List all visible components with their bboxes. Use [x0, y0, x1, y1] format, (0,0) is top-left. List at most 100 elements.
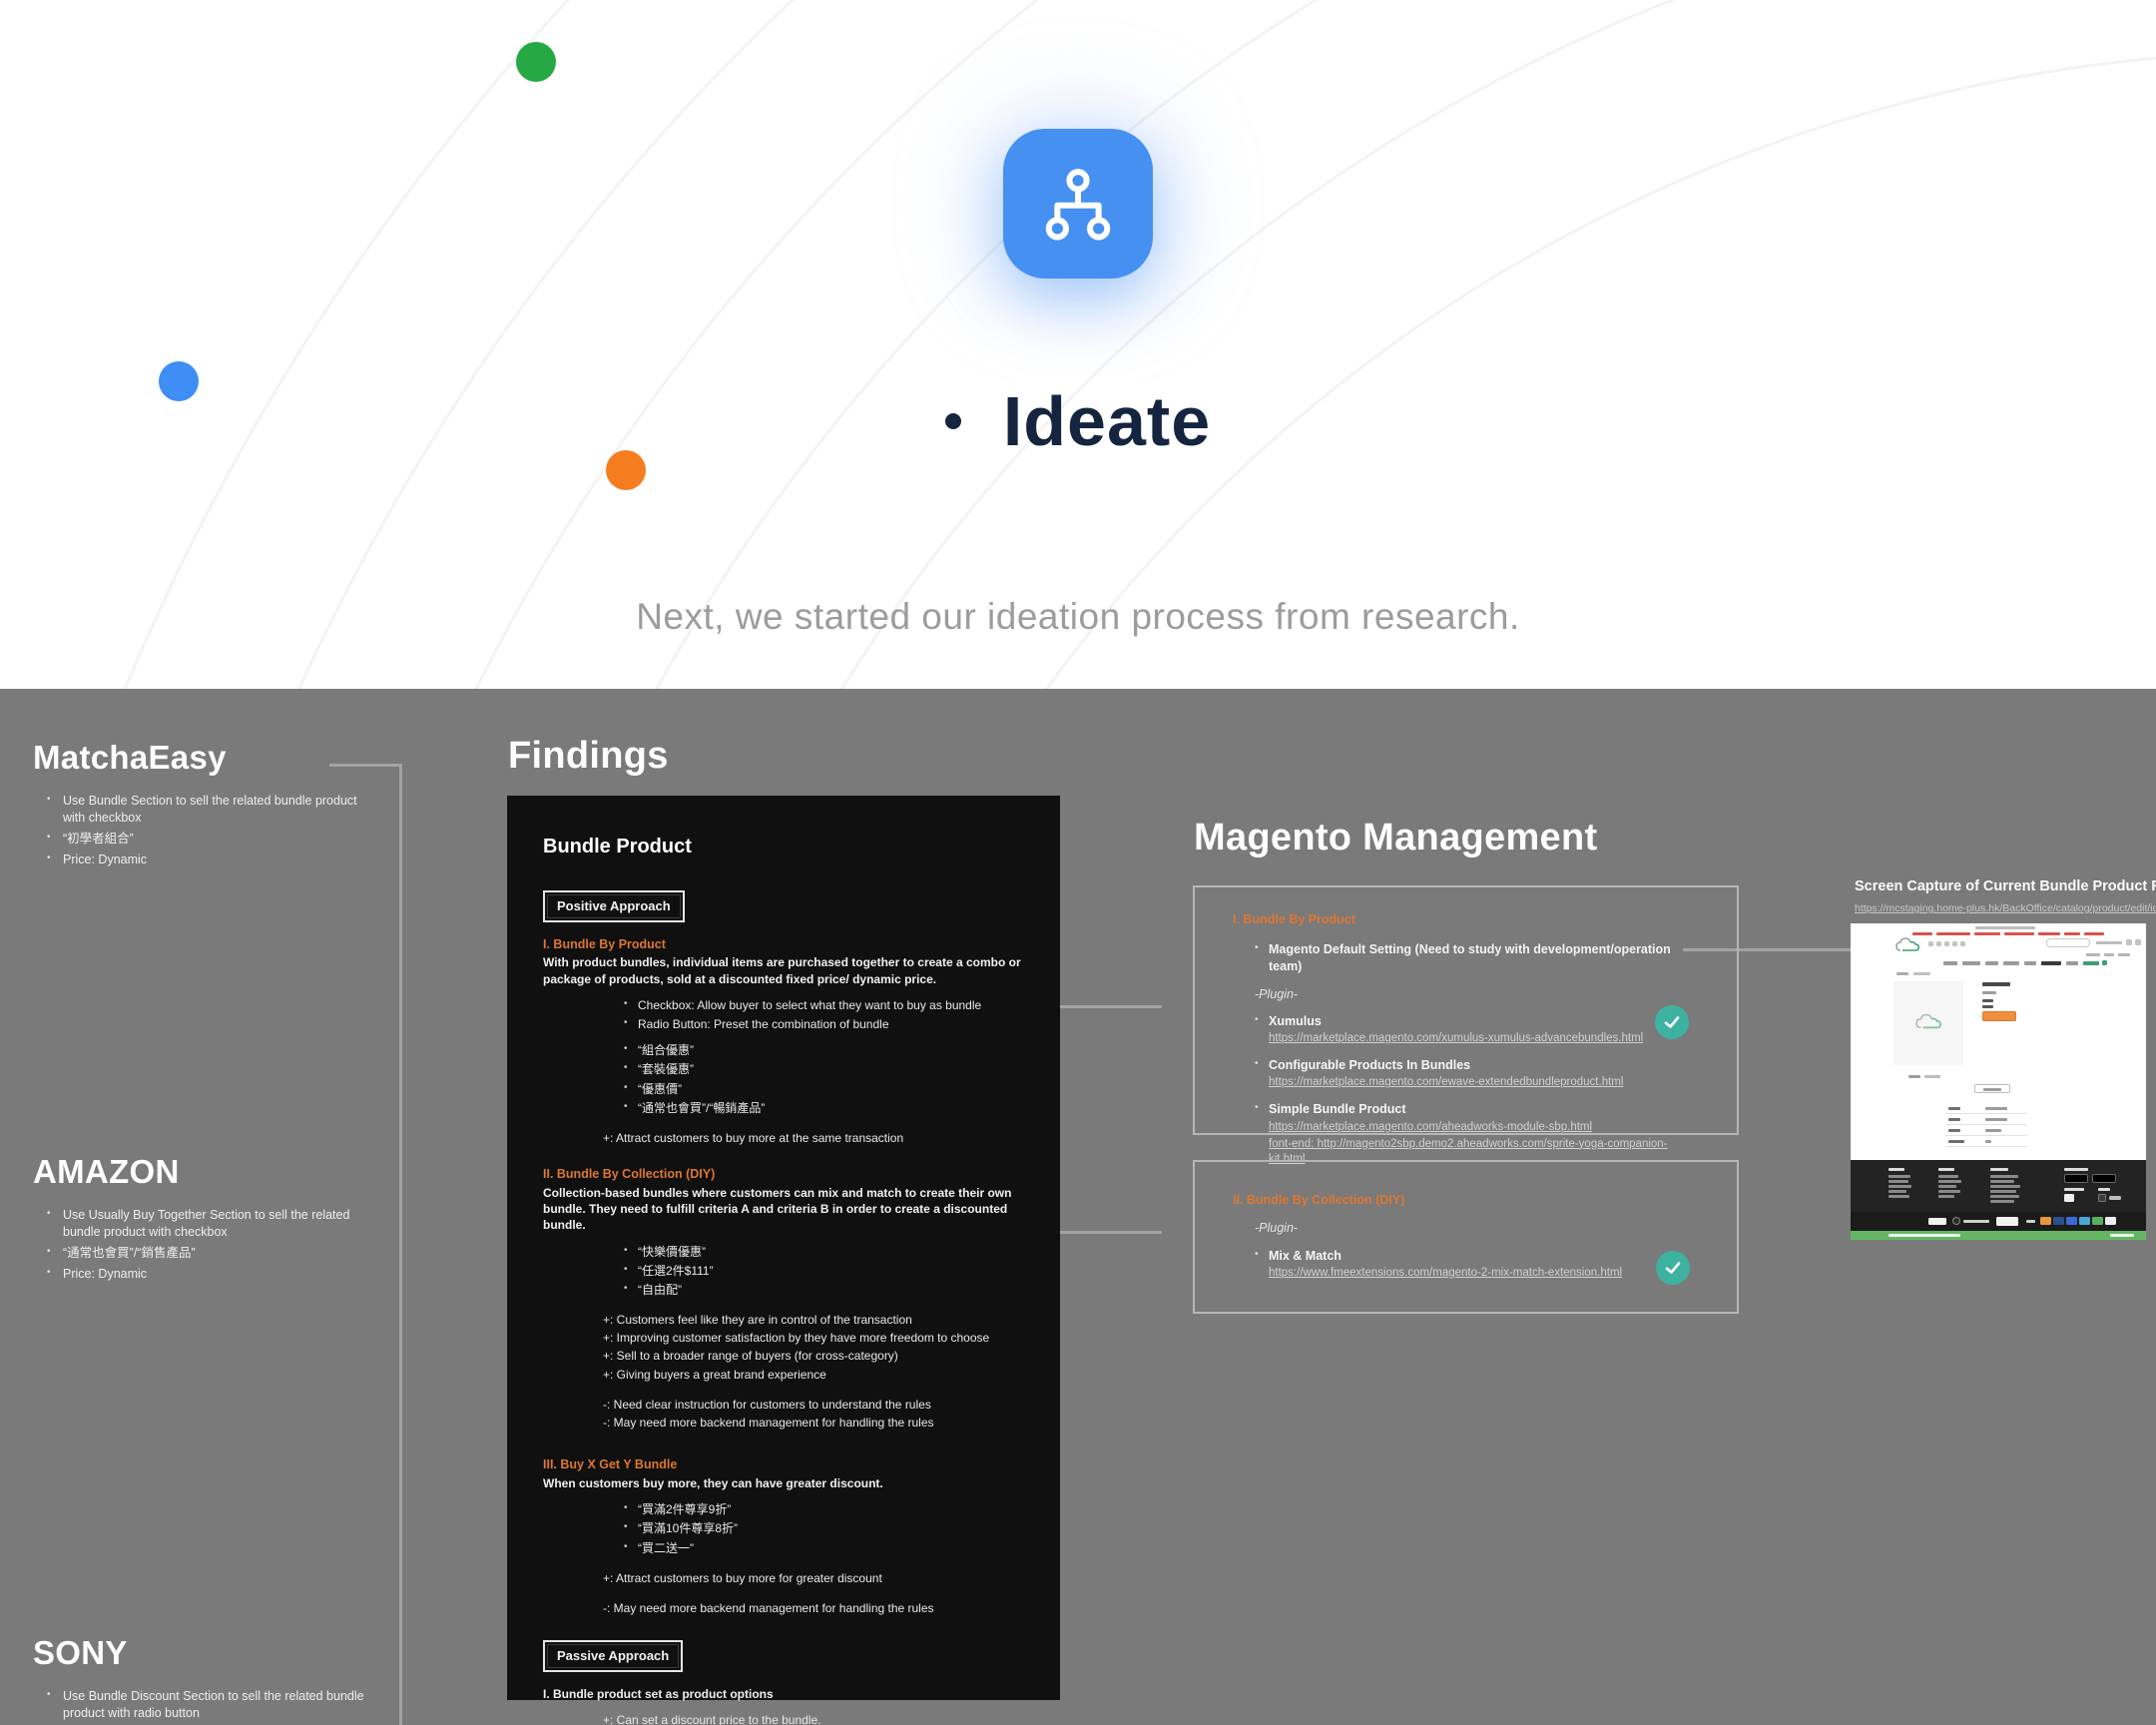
page-title: Ideate [1003, 381, 1211, 461]
quote-item: “自由配” [638, 1282, 1024, 1298]
quote-item: “組合優惠” [638, 1042, 1024, 1058]
plugin-item-configurable: Configurable Products In Bundles https:/… [1255, 1057, 1699, 1090]
note-bullet: “通常也會買”/“銷售產品” [47, 1245, 376, 1262]
plugin-label: -Plugin- [1255, 986, 1699, 1002]
pro-item: +: Attract customers to buy more for gre… [603, 1570, 1024, 1586]
hierarchy-icon [1035, 161, 1121, 247]
check-icon [1663, 1013, 1681, 1031]
con-item: -: Need clear instruction for customers … [603, 1397, 1024, 1413]
bullet-item: Checkbox: Allow buyer to select what the… [638, 997, 1024, 1013]
plugin-link[interactable]: https://marketplace.magento.com/xumulus-… [1269, 1031, 1699, 1046]
payment-icon [2066, 1217, 2077, 1225]
connector-line [329, 764, 401, 767]
plugin-name: Configurable Products In Bundles [1269, 1058, 1470, 1072]
passive-approach-label: Passive Approach [543, 1640, 683, 1672]
bullet-list: Checkbox: Allow buyer to select what the… [543, 997, 1024, 1032]
note-amazon: AMAZON Use Usually Buy Together Section … [33, 1153, 392, 1287]
screen-capture-heading: Screen Capture of Current Bundle Product… [1855, 878, 2156, 894]
magento-box-bundle-by-collection: II. Bundle By Collection (DIY) -Plugin- … [1193, 1160, 1739, 1314]
pros-list: +: Attract customers to buy more for gre… [543, 1570, 1024, 1616]
section-title-row: Ideate [0, 381, 2156, 461]
quote-item: “優惠價” [638, 1081, 1024, 1097]
bullet-item: Radio Button: Preset the combination of … [638, 1016, 1024, 1032]
secondary-button[interactable] [1974, 1084, 2010, 1093]
pro-item: +: Customers feel like they are in contr… [603, 1312, 1024, 1328]
title-bullet-dot [945, 413, 961, 429]
note-bullet: Price: Dynamic [47, 852, 376, 868]
quote-list: “快樂價優惠” “任選2件$111” “自由配” [543, 1244, 1024, 1299]
payment-icon [2105, 1217, 2116, 1225]
section-desc: When customers buy more, they can have g… [543, 1475, 1024, 1491]
plugin-name: Xumulus [1269, 1014, 1322, 1028]
note-bullets: Use Bundle Discount Section to sell the … [47, 1688, 376, 1722]
quote-item: “買滿10件尊享8折” [638, 1520, 1024, 1536]
section-subtitle: Next, we started our ideation process fr… [0, 596, 2156, 638]
con-item: -: May need more backend management for … [603, 1600, 1024, 1616]
plugin-link[interactable]: https://marketplace.magento.com/ewave-ex… [1269, 1075, 1699, 1090]
quote-item: “快樂價優惠” [638, 1244, 1024, 1260]
check-icon [1664, 1259, 1682, 1277]
pro-item: +: Sell to a broader range of buyers (fo… [603, 1348, 1024, 1364]
quote-item: “通常也會買”/“暢銷產品” [638, 1100, 1024, 1116]
quote-item: “任選2件$111” [638, 1263, 1024, 1279]
pros-list: +: Attract customers to buy more at the … [543, 1130, 1024, 1146]
pro-item: +: Can set a discount price to the bundl… [603, 1712, 1024, 1725]
screen-capture-url[interactable]: https://mcstaging.home-plus.hk/BackOffic… [1855, 902, 2156, 914]
con-item: -: May need more backend management for … [603, 1415, 1024, 1431]
research-board: MatchaEasy Use Bundle Section to sell th… [0, 689, 2156, 1725]
plugin-item-mix-match: Mix & Match https://www.fmeextensions.co… [1255, 1248, 1699, 1281]
plugin-item-xumulus: Xumulus https://marketplace.magento.com/… [1255, 1013, 1699, 1046]
magento-box-bundle-by-product: I. Bundle By Product Magento Default Set… [1193, 885, 1739, 1135]
check-badge [1656, 1251, 1690, 1285]
quote-item: “買滿2件尊享9折” [638, 1501, 1024, 1517]
plugin-label: -Plugin- [1255, 1220, 1699, 1236]
panel-title: Bundle Product [543, 834, 1024, 861]
section-desc: With product bundles, individual items a… [543, 954, 1024, 986]
playstore-badge [2092, 1174, 2116, 1183]
section-desc: Collection-based bundles where customers… [543, 1185, 1024, 1234]
top-utility-bar [1975, 926, 2035, 929]
hero-section: Ideate Next, we started our ideation pro… [0, 0, 2156, 689]
appstore-badge [2064, 1174, 2088, 1183]
footer-copyright-bar [1851, 1231, 2146, 1240]
search-input[interactable] [2046, 938, 2090, 947]
magento-default-setting: Magento Default Setting (Need to study w… [1255, 941, 1699, 974]
findings-panel: Bundle Product Positive Approach I. Bund… [507, 796, 1060, 1700]
plugin-link[interactable]: https://marketplace.magento.com/aheadwor… [1269, 1120, 1699, 1135]
note-bullet: Use Bundle Discount Section to sell the … [47, 1688, 376, 1722]
product-image-placeholder [1893, 981, 1963, 1065]
ideate-step-icon [1003, 129, 1153, 279]
section-heading-orange: II. Bundle By Collection (DIY) [543, 1166, 1024, 1183]
payment-icon [2053, 1217, 2064, 1225]
note-matchaeasy: MatchaEasy Use Bundle Section to sell th… [33, 739, 392, 872]
check-badge [1655, 1005, 1689, 1039]
passive-section-title: I. Bundle product set as product options [543, 1686, 1024, 1702]
connector-line [399, 764, 402, 1725]
section-heading-orange: II. Bundle By Collection (DIY) [1233, 1192, 1699, 1208]
payment-icon [2040, 1217, 2051, 1225]
orbit-arc [0, 0, 2156, 689]
payment-icon [2092, 1217, 2103, 1225]
note-bullet: Use Usually Buy Together Section to sell… [47, 1207, 376, 1241]
footer-bottom-strip [1851, 1212, 2146, 1231]
note-bullet: Price: Dynamic [47, 1266, 376, 1283]
plugin-name: Simple Bundle Product [1269, 1102, 1406, 1116]
note-bullet: Use Bundle Section to sell the related b… [47, 793, 376, 827]
quote-item: “套裝優惠” [638, 1061, 1024, 1077]
positive-approach-label: Positive Approach [543, 890, 685, 922]
payment-icon [2079, 1217, 2090, 1225]
note-title: SONY [33, 1634, 392, 1672]
plugin-link[interactable]: https://www.fmeextensions.com/magento-2-… [1269, 1266, 1699, 1281]
pros-cons-list: +: Customers feel like they are in contr… [543, 1312, 1024, 1431]
plugin-item-simple-bundle: Simple Bundle Product https://marketplac… [1255, 1101, 1699, 1166]
storefront-screenshot-thumbnail[interactable] [1851, 923, 2146, 1240]
section-heading-orange: I. Bundle By Product [543, 936, 1024, 953]
note-title: AMAZON [33, 1153, 392, 1191]
pro-item: +: Improving customer satisfaction by th… [603, 1330, 1024, 1346]
pros-cons-list: +: Can set a discount price to the bundl… [543, 1712, 1024, 1725]
note-bullets: Use Bundle Section to sell the related b… [47, 793, 376, 868]
note-sony: SONY Use Bundle Discount Section to sell… [33, 1634, 392, 1725]
store-logo-cloud [1894, 937, 1920, 953]
note-title: MatchaEasy [33, 739, 392, 777]
add-to-cart-button[interactable] [1982, 1011, 2016, 1021]
